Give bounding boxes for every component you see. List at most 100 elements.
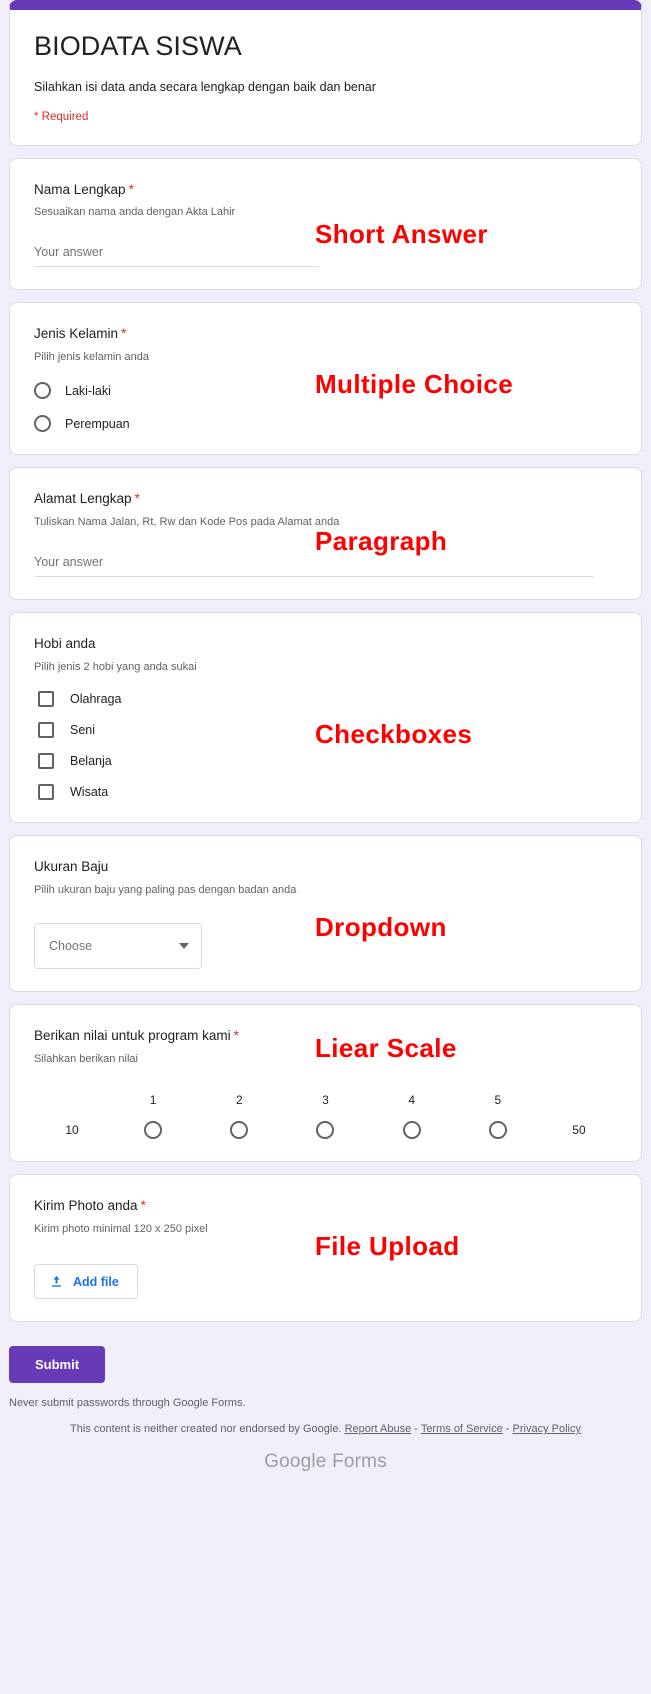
- scale-number: 4: [408, 1093, 416, 1108]
- radio-icon[interactable]: [402, 1121, 421, 1140]
- scale-option-2[interactable]: [196, 1121, 282, 1140]
- brand-google: Google: [264, 1451, 327, 1473]
- question-description: Tuliskan Nama Jalan, Rt, Rw dan Kode Pos…: [34, 516, 340, 529]
- privacy-policy-link[interactable]: Privacy Policy: [513, 1423, 581, 1435]
- question-title: Hobi anda: [34, 635, 617, 654]
- terms-of-service-link[interactable]: Terms of Service: [421, 1423, 503, 1435]
- required-asterisk: *: [134, 491, 140, 507]
- question-title: Berikan nilai untuk program kami *: [34, 1027, 617, 1046]
- scale-option-5[interactable]: [455, 1121, 541, 1140]
- radio-icon[interactable]: [144, 1121, 163, 1140]
- form-header-card: BIODATA SISWA Silahkan isi data anda sec…: [9, 0, 642, 146]
- google-disclaimer: This content is neither created nor endo…: [9, 1423, 642, 1435]
- upload-icon: [52, 1276, 61, 1287]
- question-description: Pilih jenis 2 hobi yang anda sukai: [34, 660, 197, 673]
- question-title-text: Hobi anda: [34, 635, 96, 651]
- checkbox-option-label: Belanja: [70, 753, 112, 768]
- scale-low-label: 10: [65, 1123, 79, 1138]
- question-title: Kirim Photo anda *: [34, 1197, 617, 1216]
- checkbox-option-wisata[interactable]: Wisata: [34, 783, 617, 800]
- form-description: Silahkan isi data anda secara lengkap de…: [34, 79, 376, 94]
- required-asterisk: *: [128, 181, 134, 197]
- question-title: Jenis Kelamin *: [34, 325, 617, 344]
- scale-option-3[interactable]: [282, 1121, 368, 1140]
- question-title-text: Berikan nilai untuk program kami: [34, 1027, 231, 1043]
- radio-option-label: Laki-laki: [65, 383, 111, 398]
- scale-number-row: 1 2 3 4 5: [34, 1093, 617, 1107]
- add-file-button[interactable]: Add file: [34, 1264, 138, 1300]
- dropdown-selected-value: Choose: [49, 938, 93, 953]
- scale-option-4[interactable]: [369, 1121, 455, 1140]
- scale-high-label: 50: [572, 1123, 586, 1138]
- question-card-kirim-photo: Kirim Photo anda * Kirim photo minimal 12…: [9, 1174, 642, 1323]
- radio-icon[interactable]: [316, 1121, 335, 1140]
- checkbox-option-belanja[interactable]: Belanja: [34, 752, 617, 769]
- chevron-down-icon[interactable]: [179, 942, 189, 949]
- dropdown-select-ukuran-baju[interactable]: Choose: [34, 922, 202, 969]
- separator: -: [505, 1423, 510, 1436]
- scale-option-1[interactable]: [110, 1121, 196, 1140]
- input-placeholder: Your answer: [34, 554, 104, 569]
- checkbox-option-seni[interactable]: Seni: [34, 721, 617, 738]
- paragraph-answer-input[interactable]: Your answer: [34, 553, 594, 577]
- checkbox-option-olahraga[interactable]: Olahraga: [34, 690, 617, 707]
- radio-option-laki-laki[interactable]: Laki-laki: [34, 382, 617, 400]
- input-placeholder: Your answer: [34, 245, 104, 260]
- question-title: Ukuran Baju: [34, 858, 617, 877]
- radio-option-perempuan[interactable]: Perempuan: [34, 415, 617, 433]
- question-card-jenis-kelamin: Jenis Kelamin * Pilih jenis kelamin anda …: [9, 302, 642, 456]
- annotation-dropdown: Dropdown: [315, 911, 447, 942]
- question-card-alamat-lengkap: Alamat Lengkap * Tuliskan Nama Jalan, Rt,…: [9, 467, 642, 600]
- question-title: Nama Lengkap *: [34, 181, 617, 200]
- form-footer: Submit Never submit passwords through Go…: [0, 1334, 651, 1483]
- radio-icon[interactable]: [230, 1121, 249, 1140]
- report-abuse-link[interactable]: Report Abuse: [345, 1423, 412, 1435]
- checkbox-icon[interactable]: [38, 783, 54, 800]
- required-asterisk: *: [233, 1027, 239, 1043]
- checkbox-icon[interactable]: [38, 690, 54, 707]
- question-title-text: Alamat Lengkap: [34, 491, 132, 507]
- google-forms-brand: Google Forms: [9, 1451, 642, 1483]
- page-title: BIODATA SISWA: [34, 31, 242, 61]
- radio-icon[interactable]: [488, 1121, 507, 1140]
- checkbox-icon[interactable]: [38, 752, 54, 769]
- question-description: Sesuaikan nama anda dengan Akta Lahir: [34, 206, 236, 219]
- radio-icon[interactable]: [34, 415, 51, 433]
- scale-radio-row: 10 50: [34, 1121, 617, 1140]
- scale-number: 2: [235, 1093, 243, 1108]
- checkbox-icon[interactable]: [38, 721, 54, 738]
- separator: -: [414, 1423, 418, 1436]
- short-answer-input[interactable]: Your answer: [34, 243, 319, 268]
- add-file-label: Add file: [73, 1274, 119, 1289]
- required-note: * Required: [34, 110, 89, 123]
- annotation-paragraph: Paragraph: [315, 526, 448, 557]
- google-form-page: BIODATA SISWA Silahkan isi data anda sec…: [0, 0, 651, 1694]
- checkbox-option-label: Seni: [70, 722, 96, 737]
- question-title-text: Nama Lengkap: [34, 181, 126, 197]
- scale-number: 3: [322, 1093, 329, 1108]
- required-asterisk: *: [140, 1198, 146, 1214]
- radio-option-label: Perempuan: [65, 416, 130, 431]
- question-description: Silahkan berikan nilai: [34, 1052, 138, 1065]
- never-submit-passwords-note: Never submit passwords through Google Fo…: [9, 1397, 246, 1410]
- submit-button[interactable]: Submit: [9, 1346, 106, 1384]
- required-asterisk: *: [121, 326, 127, 342]
- checkbox-option-label: Olahraga: [70, 691, 122, 706]
- question-description: Pilih ukuran baju yang paling pas dengan…: [34, 883, 297, 896]
- question-card-ukuran-baju: Ukuran Baju Pilih ukuran baju yang palin…: [9, 834, 642, 992]
- radio-icon[interactable]: [34, 382, 51, 400]
- scale-number: 5: [494, 1093, 502, 1108]
- question-card-berikan-nilai: Berikan nilai untuk program kami * Silahk…: [9, 1003, 642, 1163]
- annotation-short-answer: Short Answer: [315, 218, 488, 249]
- scale-number: 1: [149, 1093, 157, 1108]
- question-description: Kirim photo minimal 120 x 250 pixel: [34, 1223, 208, 1236]
- question-title-text: Ukuran Baju: [34, 858, 109, 874]
- brand-forms: Forms: [332, 1451, 387, 1473]
- checkbox-option-label: Wisata: [70, 784, 109, 799]
- question-title-text: Kirim Photo anda: [34, 1198, 138, 1214]
- question-description: Pilih jenis kelamin anda: [34, 351, 149, 364]
- disclaimer-text: This content is neither created nor endo…: [70, 1423, 342, 1436]
- question-card-nama-lengkap: Nama Lengkap * Sesuaikan nama anda dengan…: [9, 157, 642, 291]
- question-title-text: Jenis Kelamin: [34, 326, 119, 342]
- linear-scale: 1 2 3 4 5 10 50: [34, 1093, 617, 1140]
